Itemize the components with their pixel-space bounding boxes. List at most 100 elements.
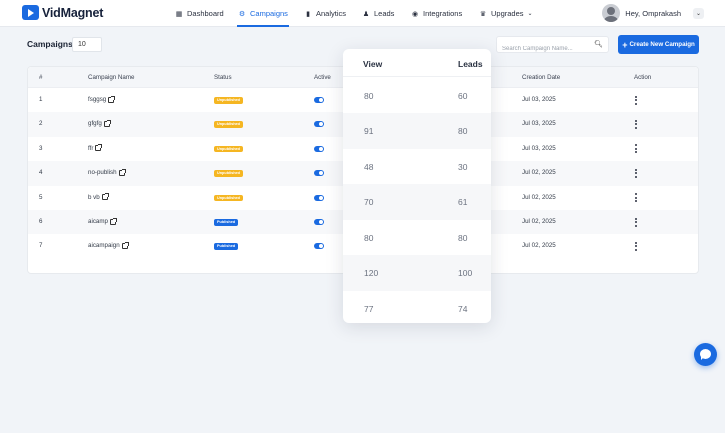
leads-count: 80 (458, 232, 468, 243)
view-leads-popover: View Leads 80 60 91 80 48 30 70 61 80 80 120 100 77 7… (343, 49, 491, 323)
view-count: 80 (364, 232, 374, 243)
creation-date: Jul 03, 2025 (522, 120, 556, 128)
row-index: 5 (39, 193, 43, 201)
nav-item-integrations[interactable]: ◉ Integrations (411, 0, 462, 27)
creation-date: Jul 03, 2025 (522, 96, 556, 103)
more-actions-icon[interactable] (633, 118, 639, 130)
nav-item-label: Analytics (316, 9, 347, 18)
leads-count: 100 (458, 268, 473, 278)
view-count: 77 (364, 303, 374, 314)
view-count: 120 (364, 268, 379, 278)
dashboard-icon: ▦ (175, 10, 183, 18)
nav-item-leads[interactable]: ♟ Leads (362, 0, 395, 27)
analytics-icon: ▮ (306, 10, 310, 18)
popover-row: 120 100 (343, 255, 491, 291)
campaign-name-link[interactable]: b vb (88, 193, 109, 201)
status-badge: Unpublished (214, 97, 243, 104)
header-creation-date: Creation Date (522, 74, 561, 81)
header-view: View (363, 59, 383, 69)
external-link-icon[interactable] (95, 144, 103, 152)
header-action: Action (634, 74, 652, 81)
page-title: Campaigns (27, 39, 73, 49)
campaign-name-link[interactable]: fsggsg (88, 95, 116, 103)
leads-icon: ♟ (362, 10, 370, 18)
nav-item-label: Integrations (423, 9, 463, 18)
status-badge: Published (214, 219, 239, 226)
external-link-icon[interactable] (103, 119, 111, 127)
create-campaign-button[interactable]: + Create New Campaign (618, 35, 699, 54)
nav-item-campaigns[interactable]: ⚙ Campaigns (237, 0, 289, 27)
campaign-name-link[interactable]: no-publish (88, 168, 126, 177)
external-link-icon[interactable] (121, 241, 129, 249)
popover-row: 91 80 (343, 113, 491, 149)
more-actions-icon[interactable] (633, 167, 639, 179)
popover-row: 80 60 (343, 78, 491, 114)
header-index: # (39, 74, 43, 81)
active-toggle[interactable] (314, 194, 324, 201)
external-link-icon[interactable] (101, 193, 109, 201)
header-leads: Leads (458, 59, 483, 69)
app-logo[interactable]: VidMagnet (22, 5, 103, 20)
popover-row: 77 74 (343, 291, 491, 324)
more-actions-icon[interactable] (633, 240, 639, 252)
nav-item-dashboard[interactable]: ▦ Dashboard (175, 0, 224, 27)
header-campaign-name: Campaign Name (88, 74, 135, 81)
campaign-name: ffr (88, 144, 94, 152)
create-campaign-label: Create New Campaign (629, 41, 695, 48)
creation-date: Jul 02, 2025 (522, 218, 556, 225)
nav-item-label: Campaigns (250, 9, 288, 18)
external-link-icon[interactable] (109, 217, 117, 225)
search-box: 🔍︎ (496, 36, 609, 57)
external-link-icon[interactable] (118, 168, 126, 176)
campaign-name: aicamp (88, 218, 108, 225)
active-toggle[interactable] (314, 170, 324, 177)
chat-support-button[interactable] (694, 343, 717, 366)
active-toggle[interactable] (314, 121, 324, 128)
active-toggle[interactable] (314, 219, 324, 225)
more-actions-icon[interactable] (633, 216, 639, 228)
more-actions-icon[interactable] (633, 192, 639, 204)
leads-count: 60 (458, 90, 468, 101)
popover-row: 80 80 (343, 220, 491, 256)
row-index: 1 (39, 96, 43, 103)
more-actions-icon[interactable] (633, 143, 639, 155)
campaign-name-link[interactable]: gfgfg (88, 119, 111, 127)
page-size-select[interactable]: 10 (72, 37, 102, 52)
nav-item-analytics[interactable]: ▮ Analytics (304, 0, 346, 27)
header-status: Status (214, 74, 232, 81)
active-toggle[interactable] (314, 243, 324, 250)
status-badge: Unpublished (214, 170, 243, 177)
user-menu[interactable]: Hey, Omprakash ⌄ (602, 4, 704, 22)
avatar (602, 4, 621, 22)
status-badge: Unpublished (214, 121, 243, 128)
row-index: 2 (39, 120, 43, 128)
more-actions-icon[interactable] (633, 94, 639, 106)
search-input[interactable] (497, 41, 589, 57)
nav-item-upgrades[interactable]: ♛ Upgrades ⌄ (479, 0, 533, 27)
creation-date: Jul 02, 2025 (522, 242, 556, 250)
search-icon[interactable]: 🔍︎ (594, 40, 603, 48)
user-greeting: Hey, Omprakash (625, 8, 681, 18)
row-index: 7 (39, 242, 43, 250)
status-badge: Unpublished (214, 145, 243, 153)
external-link-icon[interactable] (108, 95, 116, 103)
creation-date: Jul 02, 2025 (522, 193, 556, 201)
active-toggle[interactable] (314, 145, 324, 152)
popover-header: View Leads (343, 49, 491, 77)
row-index: 3 (39, 144, 43, 152)
chevron-down-icon: ⌄ (527, 11, 533, 17)
upgrades-icon: ♛ (479, 10, 487, 18)
leads-count: 74 (458, 303, 468, 314)
chevron-down-icon[interactable]: ⌄ (693, 7, 704, 19)
campaign-name-link[interactable]: ffr (88, 144, 103, 152)
header-active: Active (314, 74, 331, 81)
status-badge: Published (214, 243, 239, 250)
leads-count: 80 (458, 126, 468, 136)
campaign-name: aicampaign (88, 242, 120, 250)
view-count: 91 (364, 126, 374, 136)
active-toggle[interactable] (314, 97, 324, 103)
campaign-name-link[interactable]: aicamp (88, 217, 117, 225)
campaign-name-link[interactable]: aicampaign (88, 241, 129, 250)
campaign-name: b vb (88, 193, 100, 201)
campaign-name: no-publish (88, 169, 117, 177)
